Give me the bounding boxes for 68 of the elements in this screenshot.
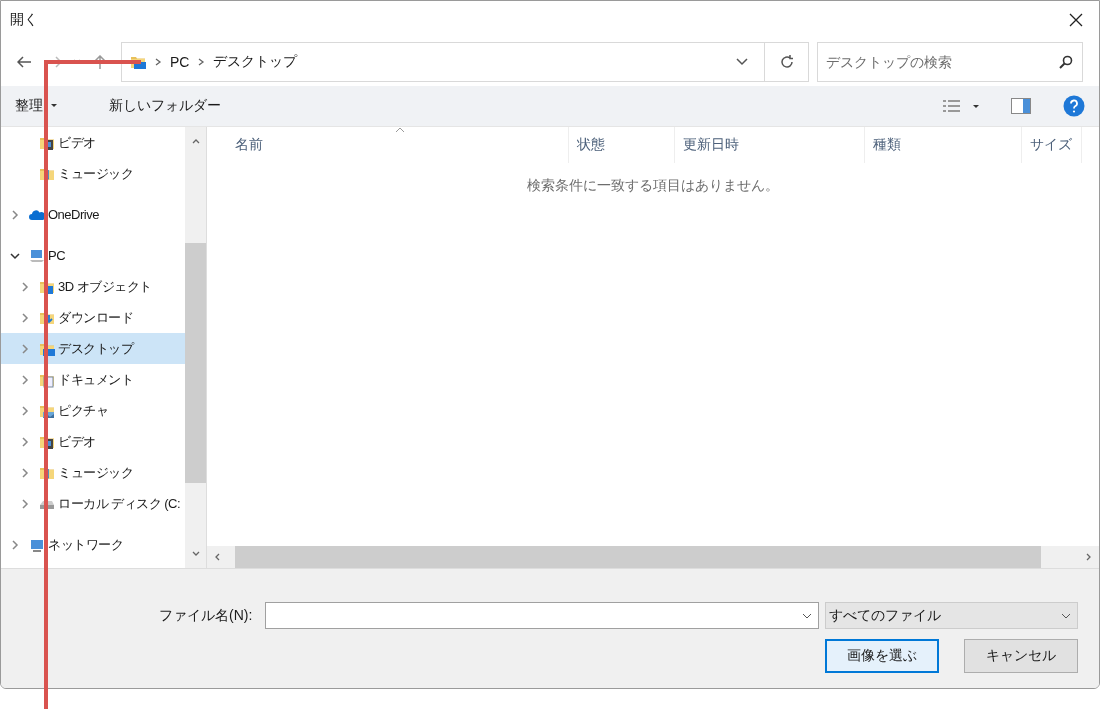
chevron-right-icon	[154, 58, 162, 66]
help-icon	[1063, 95, 1085, 117]
chevron-right-icon[interactable]	[20, 405, 30, 416]
desktop-folder-icon	[130, 54, 146, 70]
tree-item[interactable]: ダウンロード	[1, 302, 185, 333]
search-icon	[1059, 55, 1073, 69]
column-header[interactable]: 名前	[207, 127, 569, 163]
refresh-icon	[779, 55, 794, 69]
computer-icon	[29, 247, 45, 264]
scrollbar[interactable]	[207, 546, 1099, 568]
empty-message: 検索条件に一致する項目はありません。	[527, 177, 779, 195]
tree-item[interactable]: ドキュメント	[1, 364, 185, 395]
breadcrumb[interactable]: デスクトップ	[213, 53, 298, 71]
chevron-right-icon[interactable]	[20, 436, 30, 447]
tree-item[interactable]: OneDrive	[1, 199, 185, 230]
tree-item[interactable]: ミュージック	[1, 158, 185, 189]
preview-pane-button[interactable]	[1009, 96, 1033, 116]
tree-item[interactable]: ネットワーク	[1, 529, 185, 560]
chevron-down-icon	[736, 58, 748, 66]
list-view-icon	[943, 99, 979, 113]
select-image-button[interactable]: 画像を選ぶ	[825, 639, 939, 673]
column-header[interactable]: 状態	[569, 127, 675, 163]
sort-caret-icon	[395, 127, 405, 133]
tree-item[interactable]: PC	[1, 240, 185, 271]
chevron-right-icon[interactable]	[10, 539, 20, 550]
scroll-right-icon	[1085, 553, 1093, 561]
address-bar[interactable]: PC デスクトップ	[121, 42, 765, 82]
tree-item[interactable]: ビデオ	[1, 426, 185, 457]
chevron-right-icon[interactable]	[20, 312, 30, 323]
tree-item[interactable]: 3D オブジェクト	[1, 271, 185, 302]
column-header[interactable]: サイズ	[1022, 127, 1082, 163]
scrollbar[interactable]	[185, 127, 206, 568]
chevron-down-icon	[1061, 612, 1071, 619]
search-field[interactable]: デスクトップの検索	[817, 42, 1083, 82]
breadcrumb[interactable]: PC	[170, 54, 190, 70]
chevron-down-icon	[802, 612, 812, 619]
view-options-button[interactable]	[941, 97, 981, 115]
file-name-label: ファイル名(N):	[159, 606, 254, 625]
organize-button[interactable]: 整理	[3, 93, 69, 119]
chevron-right-icon[interactable]	[20, 343, 30, 354]
chevron-down-icon[interactable]	[10, 250, 20, 261]
new-folder-button[interactable]: 新しいフォルダー	[97, 93, 233, 119]
chevron-right-icon[interactable]	[10, 209, 20, 220]
file-name-field[interactable]	[265, 602, 819, 629]
chevron-right-icon[interactable]	[20, 374, 30, 385]
tree-item[interactable]: ピクチャ	[1, 395, 185, 426]
column-header[interactable]: 更新日時	[675, 127, 865, 163]
close-icon	[1069, 13, 1083, 27]
scroll-up-icon	[191, 137, 200, 145]
tree-item[interactable]: ミュージック	[1, 457, 185, 488]
back-arrow-icon	[17, 56, 31, 68]
column-header[interactable]: 種類	[865, 127, 1022, 163]
tree-item[interactable]: デスクトップ	[1, 333, 185, 364]
chevron-right-icon	[197, 58, 206, 66]
pane-icon	[1011, 98, 1031, 114]
cancel-button[interactable]: キャンセル	[964, 639, 1078, 673]
window-title: 開く	[10, 11, 38, 29]
tree-item[interactable]: ビデオ	[1, 127, 185, 158]
scroll-down-icon	[191, 550, 200, 558]
chevron-right-icon[interactable]	[20, 281, 30, 292]
refresh-button[interactable]	[765, 42, 809, 82]
chevron-right-icon[interactable]	[20, 498, 30, 509]
up-arrow-icon	[94, 55, 106, 69]
help-button[interactable]	[1061, 93, 1087, 119]
tree-item[interactable]: ローカル ディスク (C:	[1, 488, 185, 519]
chevron-right-icon[interactable]	[20, 467, 30, 478]
scroll-left-icon	[213, 553, 221, 561]
file-type-dropdown[interactable]: すべてのファイル	[825, 602, 1078, 629]
